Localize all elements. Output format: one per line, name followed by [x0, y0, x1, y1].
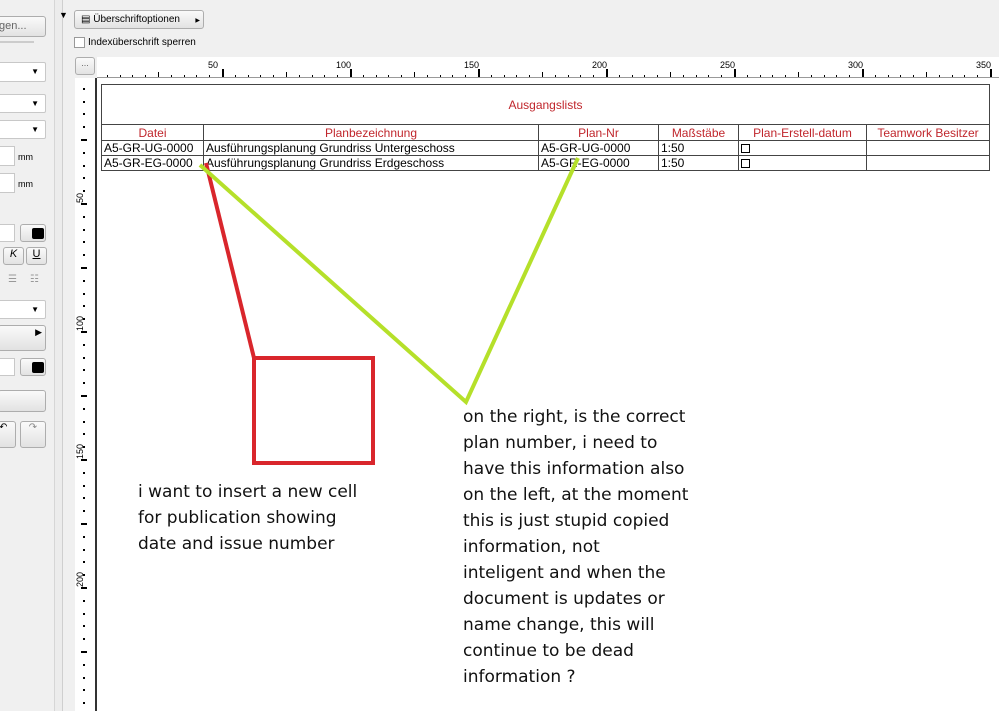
red-new-cell-box — [252, 356, 375, 465]
right-annotation-text: on the right, is the correct plan number… — [463, 407, 689, 687]
green-pointer-lines — [198, 157, 580, 406]
left-annotation-text: i want to insert a new cell for publicat… — [138, 482, 358, 554]
